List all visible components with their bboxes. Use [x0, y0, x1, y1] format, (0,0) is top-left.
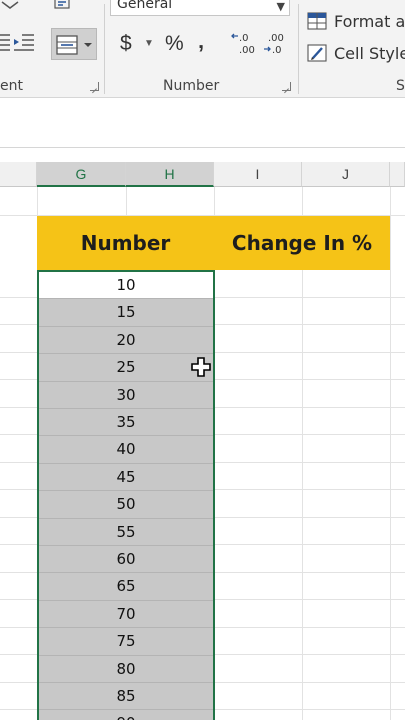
svg-text:.00: .00	[239, 45, 255, 56]
number-cell[interactable]: 80	[38, 655, 214, 683]
svg-text:.0: .0	[272, 45, 282, 56]
cell-styles-button[interactable]: Cell Styles	[306, 40, 405, 66]
number-cell[interactable]: 20	[38, 326, 214, 355]
number-cell[interactable]: 70	[38, 600, 214, 629]
svg-text:.00: .00	[268, 33, 284, 44]
column-header-i[interactable]: I	[214, 162, 302, 187]
format-as-table-button[interactable]: Format as	[306, 8, 405, 34]
grid-line	[126, 187, 127, 216]
column-header-j[interactable]: J	[302, 162, 390, 187]
percent-style-button[interactable]: %	[165, 30, 187, 58]
number-cell[interactable]: 15	[38, 299, 214, 327]
number-group-label: Number	[163, 78, 220, 94]
accounting-format-button[interactable]: $ ▼	[118, 30, 158, 58]
wrap-text-icon[interactable]	[52, 0, 74, 12]
group-separator	[104, 4, 105, 94]
decrease-indent-icon[interactable]	[0, 30, 12, 54]
number-cell[interactable]: 25	[38, 354, 214, 382]
column-header-g[interactable]: G	[37, 162, 126, 187]
merge-center-icon	[55, 33, 79, 57]
column-header-h[interactable]: H	[126, 162, 214, 187]
number-cell[interactable]: 35	[38, 409, 214, 437]
number-cell[interactable]: 40	[38, 436, 214, 464]
increase-indent-icon[interactable]	[12, 30, 36, 54]
row-header-corner[interactable]	[0, 162, 37, 187]
format-as-table-icon	[306, 10, 330, 32]
increase-decimal-icon[interactable]: .0.00	[230, 30, 260, 58]
decrease-decimal-icon[interactable]: .00.0	[262, 30, 292, 58]
alignment-dialog-launcher[interactable]	[90, 82, 99, 91]
grid-line	[390, 187, 391, 720]
align-arrow-icon[interactable]	[0, 0, 22, 10]
number-format-dropdown[interactable]: General ▼	[110, 0, 290, 16]
sheet-top-gap	[0, 148, 405, 162]
column-header-k[interactable]	[390, 162, 405, 187]
number-cell[interactable]: 60	[38, 546, 214, 574]
percent-symbol: %	[165, 32, 184, 55]
styles-group-label: S	[396, 78, 405, 94]
number-dialog-launcher[interactable]	[282, 82, 291, 91]
number-cell[interactable]: 55	[38, 518, 214, 546]
formula-bar-area	[0, 98, 405, 148]
number-cell[interactable]: 75	[38, 628, 214, 656]
header-number[interactable]: Number	[37, 216, 214, 270]
number-format-value: General	[117, 0, 173, 12]
header-change-in-percent[interactable]: Change In %	[214, 216, 390, 270]
cell-styles-icon	[306, 42, 330, 64]
number-cell[interactable]: 10	[38, 272, 214, 300]
alignment-group-label: ent	[0, 78, 23, 94]
number-cell[interactable]: 30	[38, 381, 214, 409]
number-cell[interactable]: 50	[38, 491, 214, 519]
format-as-table-label: Format as	[334, 12, 405, 31]
chevron-down-icon: ▼	[276, 0, 285, 13]
svg-text:.0: .0	[239, 33, 249, 44]
group-separator	[298, 4, 299, 94]
comma-symbol: ‚	[198, 28, 205, 53]
number-cell[interactable]: 85	[38, 683, 214, 711]
fill-cursor-icon	[190, 356, 212, 378]
number-cell[interactable]: 65	[38, 573, 214, 601]
number-cell[interactable]: 90	[38, 710, 214, 720]
currency-symbol: $	[120, 32, 132, 55]
ribbon: ent General ▼ $ ▼ % ‚ .0.00 .00.0 Number…	[0, 0, 405, 98]
merge-center-button[interactable]	[51, 28, 97, 60]
chevron-down-icon	[82, 39, 94, 51]
comma-style-button[interactable]: ‚	[196, 28, 212, 58]
cell-styles-label: Cell Styles	[334, 44, 405, 63]
chevron-down-icon: ▼	[144, 38, 154, 49]
number-cell[interactable]: 45	[38, 463, 214, 492]
